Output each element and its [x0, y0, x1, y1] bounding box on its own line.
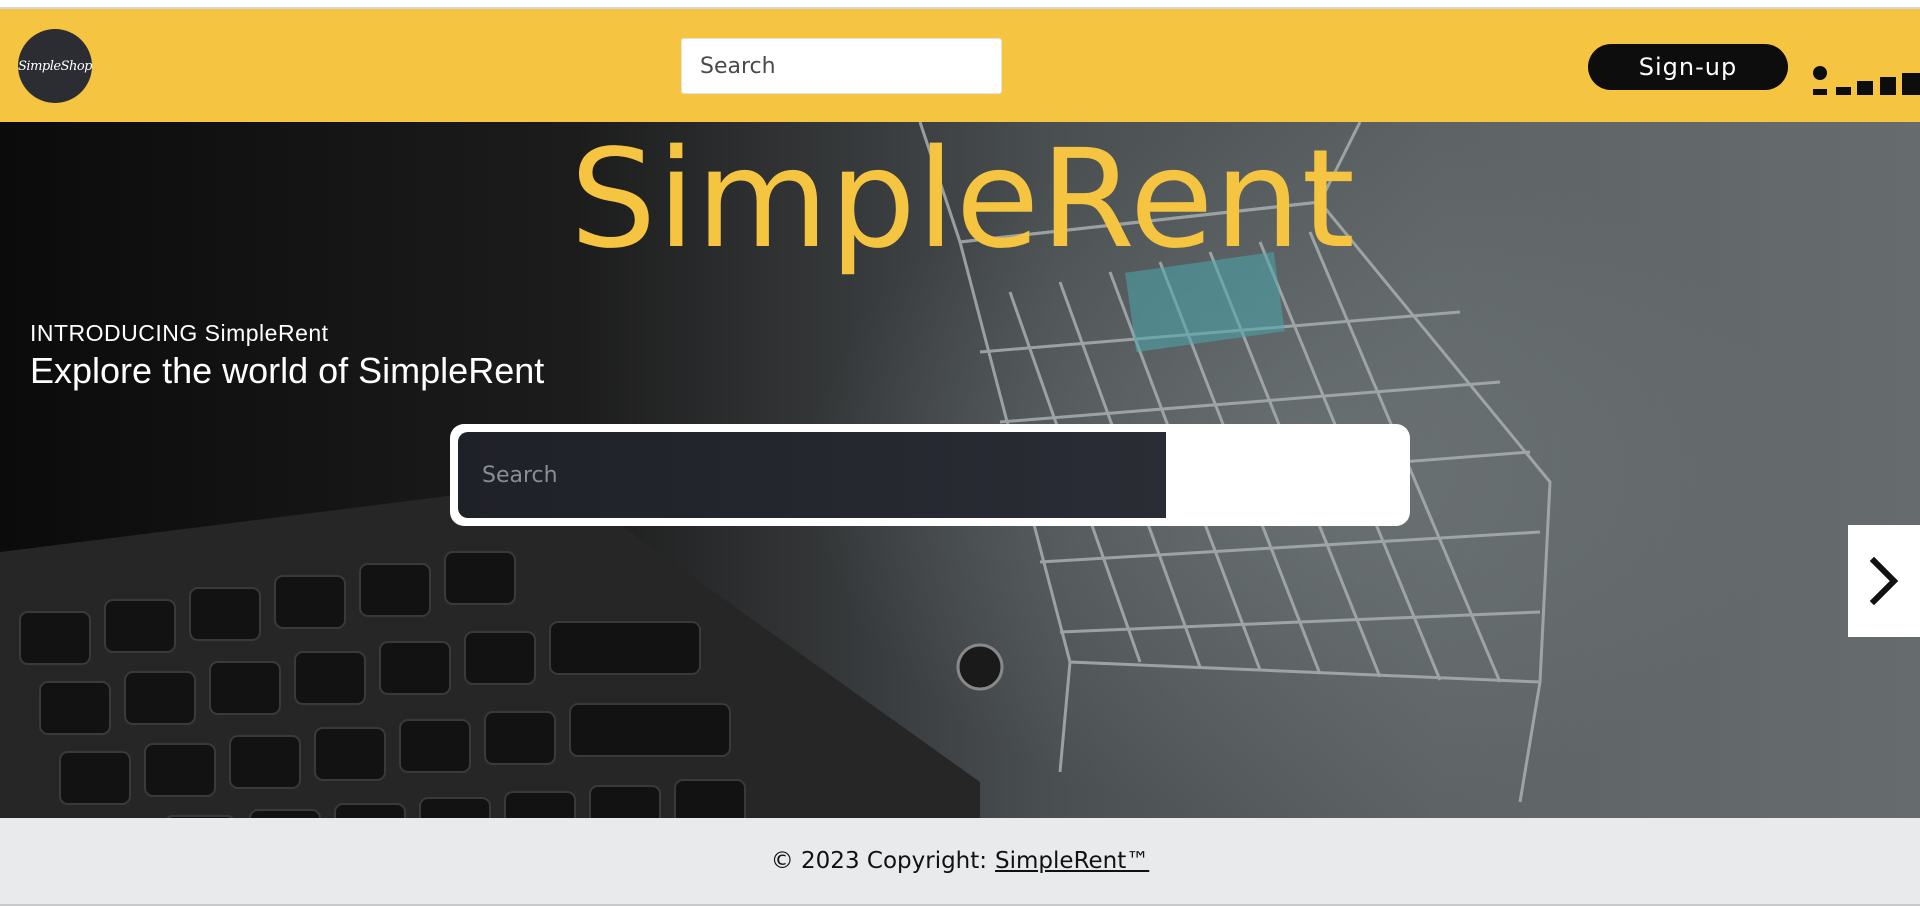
- laptop-keyboard-image: [0, 482, 980, 818]
- menu-icon[interactable]: [1812, 61, 1920, 99]
- logo-text: SimpleShop: [18, 58, 93, 74]
- hero-subtitle: Explore the world of SimpleRent: [30, 350, 545, 391]
- hero-search-input[interactable]: [458, 432, 1166, 518]
- logo[interactable]: SimpleShop: [18, 29, 93, 103]
- footer-brand-link[interactable]: SimpleRent™: [995, 848, 1149, 874]
- chevron-right-icon: [1869, 556, 1899, 606]
- footer: © 2023 Copyright: SimpleRent™: [0, 818, 1920, 906]
- browser-top-rule: [0, 0, 1920, 9]
- header-search-input[interactable]: [681, 38, 1002, 94]
- hero-banner: SimpleRent INTRODUCING SimpleRent Explor…: [0, 122, 1920, 818]
- hero-brand-title: SimpleRent: [570, 122, 1356, 279]
- carousel-next-button[interactable]: [1848, 525, 1920, 637]
- signup-button[interactable]: Sign-up: [1588, 44, 1788, 90]
- navbar: SimpleShop Sign-up: [0, 9, 1920, 122]
- hero-search-container: [450, 424, 1410, 526]
- footer-copyright: © 2023 Copyright:: [770, 848, 988, 874]
- hero-intro-text: INTRODUCING SimpleRent: [30, 320, 329, 346]
